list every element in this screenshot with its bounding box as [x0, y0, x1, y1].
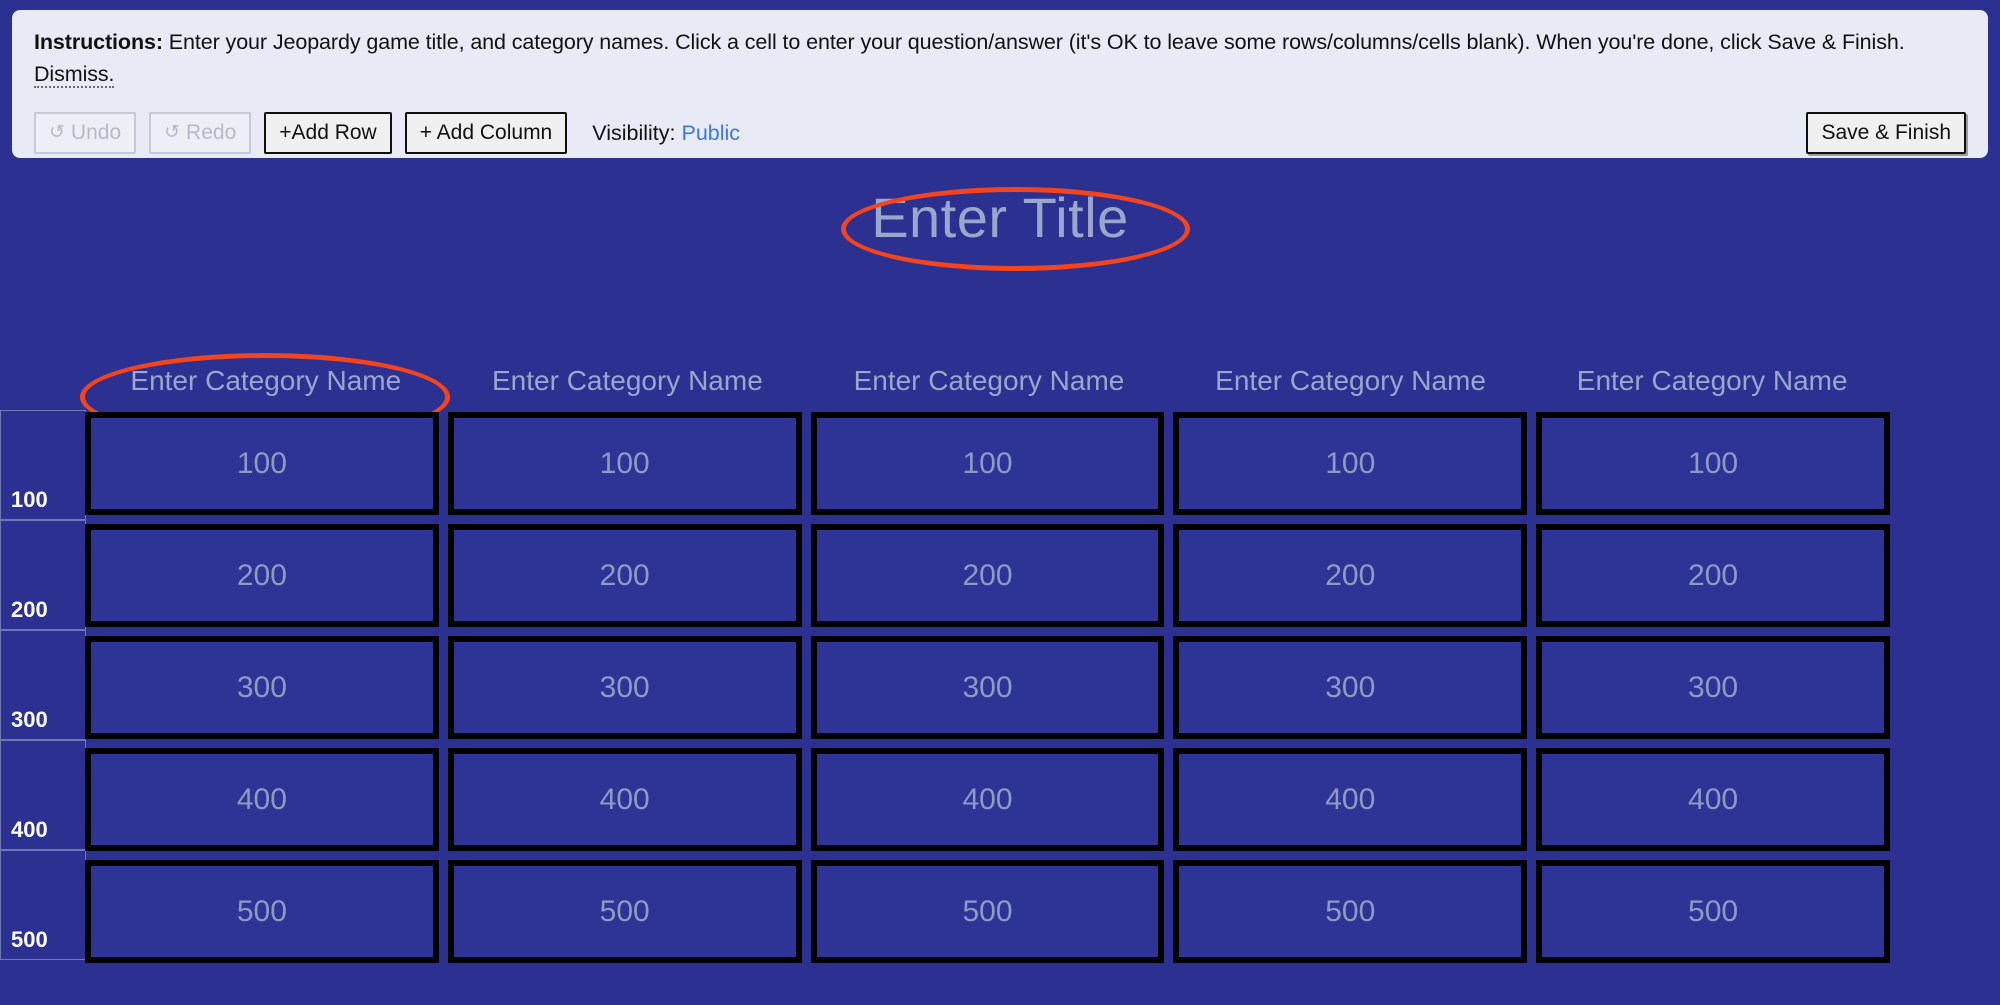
undo-arrow-icon: ↺: [49, 122, 65, 143]
category-name-input-2[interactable]: Enter Category Name: [447, 365, 809, 397]
row-value-label-1: 100: [0, 410, 86, 520]
save-finish-button[interactable]: Save & Finish: [1806, 112, 1966, 154]
row-value-label-4: 400: [0, 740, 86, 850]
board-row: 500 500 500 500 500: [85, 860, 1890, 963]
redo-button-label: Redo: [186, 121, 237, 144]
board-row: 200 200 200 200 200: [85, 524, 1890, 627]
board-cell[interactable]: 500: [85, 860, 439, 963]
board-cell[interactable]: 200: [447, 524, 802, 627]
board-cell[interactable]: 100: [1536, 412, 1890, 515]
board-cell[interactable]: 400: [810, 748, 1165, 851]
board-cell[interactable]: 200: [810, 524, 1165, 627]
row-value-label-5: 500: [0, 850, 86, 960]
board-row: 400 400 400 400 400: [85, 748, 1890, 851]
board-grid: 100 100 100 100 100 200 200 200 200 200 …: [85, 412, 1890, 963]
category-header-row: Enter Category Name Enter Category Name …: [85, 365, 1893, 397]
visibility-value[interactable]: Public: [681, 121, 740, 145]
redo-button[interactable]: ↺ Redo: [149, 112, 252, 154]
category-name-input-4[interactable]: Enter Category Name: [1170, 365, 1532, 397]
board-row: 100 100 100 100 100: [85, 412, 1890, 515]
instructions-text: Instructions: Enter your Jeopardy game t…: [34, 26, 1966, 90]
board-cell[interactable]: 300: [447, 636, 802, 739]
undo-button[interactable]: ↺ Undo: [34, 112, 137, 154]
row-value-label-2: 200: [0, 520, 86, 630]
add-column-button[interactable]: + Add Column: [404, 112, 568, 154]
instructions-panel: Instructions: Enter your Jeopardy game t…: [12, 10, 1988, 158]
board-cell[interactable]: 100: [85, 412, 439, 515]
board-cell[interactable]: 400: [1536, 748, 1890, 851]
board-cell[interactable]: 500: [447, 860, 802, 963]
redo-arrow-icon: ↺: [164, 122, 181, 143]
board-cell[interactable]: 400: [1173, 748, 1528, 851]
visibility-label: Visibility:: [592, 120, 676, 145]
board-cell[interactable]: 100: [1173, 412, 1528, 515]
row-value-gutter: 100 200 300 400 500: [0, 410, 86, 960]
board-cell[interactable]: 500: [1173, 860, 1528, 963]
dismiss-link[interactable]: Dismiss.: [34, 62, 115, 88]
board-cell[interactable]: 400: [447, 748, 802, 851]
board-cell[interactable]: 500: [1536, 860, 1890, 963]
board-cell[interactable]: 100: [447, 412, 802, 515]
category-name-input-1[interactable]: Enter Category Name: [85, 365, 447, 397]
board-cell[interactable]: 400: [85, 748, 439, 851]
instructions-body: Enter your Jeopardy game title, and cate…: [162, 30, 1905, 54]
board-row: 300 300 300 300 300: [85, 636, 1890, 739]
board-cell[interactable]: 300: [1536, 636, 1890, 739]
board-cell[interactable]: 200: [85, 524, 439, 627]
category-name-input-5[interactable]: Enter Category Name: [1531, 365, 1893, 397]
visibility-group: Visibility: Public: [592, 121, 740, 146]
toolbar: ↺ Undo ↺ Redo +Add Row + Add Column Visibi…: [34, 110, 1966, 156]
board-cell[interactable]: 500: [810, 860, 1165, 963]
board-cell[interactable]: 200: [1173, 524, 1528, 627]
instructions-lead: Instructions:: [34, 30, 163, 54]
board-cell[interactable]: 300: [810, 636, 1165, 739]
category-name-input-3[interactable]: Enter Category Name: [808, 365, 1170, 397]
board-cell[interactable]: 200: [1536, 524, 1890, 627]
board-cell[interactable]: 300: [85, 636, 439, 739]
board-title-input[interactable]: Enter Title: [0, 185, 2000, 250]
add-row-button[interactable]: +Add Row: [264, 112, 392, 154]
board-cell[interactable]: 300: [1173, 636, 1528, 739]
board-cell[interactable]: 100: [810, 412, 1165, 515]
undo-button-label: Undo: [70, 121, 122, 144]
row-value-label-3: 300: [0, 630, 86, 740]
